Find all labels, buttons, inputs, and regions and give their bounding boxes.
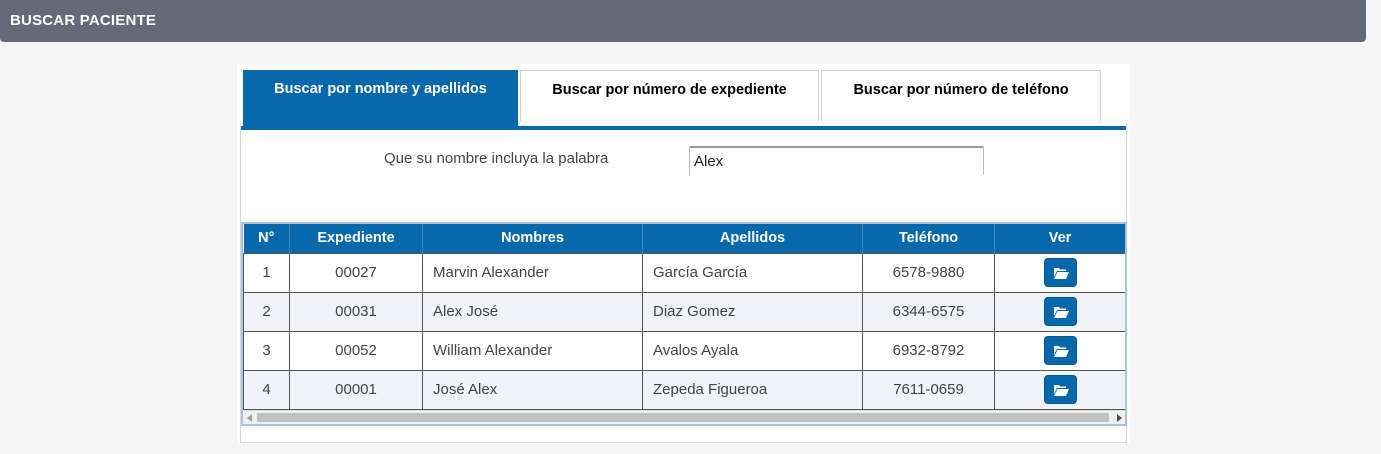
- scrollbar-thumb[interactable]: [257, 413, 1109, 422]
- table-row[interactable]: 2 00031 Alex José Diaz Gomez 6344-6575: [243, 291, 1125, 332]
- column-header-num[interactable]: N°: [243, 224, 290, 253]
- page-title: BUSCAR PACIENTE: [10, 12, 157, 29]
- folder-open-icon: [1053, 385, 1069, 396]
- view-patient-button[interactable]: [1043, 297, 1077, 326]
- tab-search-by-phone[interactable]: Buscar por número de teléfono: [821, 70, 1101, 121]
- cell-ver: [994, 291, 1125, 332]
- cell-expediente: 00001: [289, 369, 423, 410]
- view-patient-button[interactable]: [1043, 336, 1077, 365]
- search-label: Que su nombre incluya la palabra: [384, 150, 609, 167]
- search-panel: Buscar por nombre y apellidos Buscar por…: [237, 64, 1130, 444]
- page-header: BUSCAR PACIENTE: [0, 0, 1366, 42]
- search-input[interactable]: [689, 146, 984, 175]
- view-patient-button[interactable]: [1043, 375, 1077, 404]
- cell-num: 3: [243, 330, 290, 371]
- cell-nombres: Marvin Alexander: [422, 252, 643, 293]
- cell-ver: [994, 252, 1125, 293]
- column-header-telefono[interactable]: Teléfono: [862, 224, 995, 253]
- cell-apellidos: Zepeda Figueroa: [642, 369, 863, 410]
- folder-open-icon: [1053, 346, 1069, 357]
- table-row[interactable]: 1 00027 Marvin Alexander García García 6…: [243, 252, 1125, 293]
- view-patient-button[interactable]: [1043, 258, 1077, 287]
- horizontal-scrollbar[interactable]: [243, 410, 1125, 424]
- cell-nombres: Alex José: [422, 291, 643, 332]
- search-tabs: Buscar por nombre y apellidos Buscar por…: [240, 70, 1127, 130]
- cell-nombres: William Alexander: [422, 330, 643, 371]
- cell-expediente: 00027: [289, 252, 423, 293]
- column-header-ver: Ver: [994, 224, 1125, 253]
- tab-search-by-record-number[interactable]: Buscar por número de expediente: [520, 70, 819, 121]
- cell-ver: [994, 369, 1125, 410]
- cell-telefono: 6578-9880: [862, 252, 995, 293]
- cell-telefono: 6932-8792: [862, 330, 995, 371]
- column-header-apellidos[interactable]: Apellidos: [642, 224, 863, 253]
- cell-apellidos: Diaz Gomez: [642, 291, 863, 332]
- scroll-left-arrow-icon[interactable]: [247, 414, 252, 422]
- cell-ver: [994, 330, 1125, 371]
- column-header-expediente[interactable]: Expediente: [289, 224, 423, 253]
- tab-content: Que su nombre incluya la palabra N° Expe…: [240, 124, 1127, 443]
- column-header-nombres[interactable]: Nombres: [422, 224, 643, 253]
- cell-num: 1: [243, 252, 290, 293]
- cell-apellidos: García García: [642, 252, 863, 293]
- cell-apellidos: Avalos Ayala: [642, 330, 863, 371]
- tab-search-by-name[interactable]: Buscar por nombre y apellidos: [243, 70, 518, 126]
- cell-num: 2: [243, 291, 290, 332]
- cell-nombres: José Alex: [422, 369, 643, 410]
- cell-expediente: 00031: [289, 291, 423, 332]
- table-row[interactable]: 3 00052 William Alexander Avalos Ayala 6…: [243, 330, 1125, 371]
- cell-telefono: 6344-6575: [862, 291, 995, 332]
- folder-open-icon: [1053, 307, 1069, 318]
- results-grid: N° Expediente Nombres Apellidos Teléfono…: [241, 222, 1127, 426]
- cell-num: 4: [243, 369, 290, 410]
- folder-open-icon: [1053, 268, 1069, 279]
- table-row[interactable]: 4 00001 José Alex Zepeda Figueroa 7611-0…: [243, 369, 1125, 410]
- cell-telefono: 7611-0659: [862, 369, 995, 410]
- scroll-right-arrow-icon[interactable]: [1117, 414, 1122, 422]
- cell-expediente: 00052: [289, 330, 423, 371]
- results-table: N° Expediente Nombres Apellidos Teléfono…: [243, 224, 1125, 410]
- table-header-row: N° Expediente Nombres Apellidos Teléfono…: [243, 224, 1125, 253]
